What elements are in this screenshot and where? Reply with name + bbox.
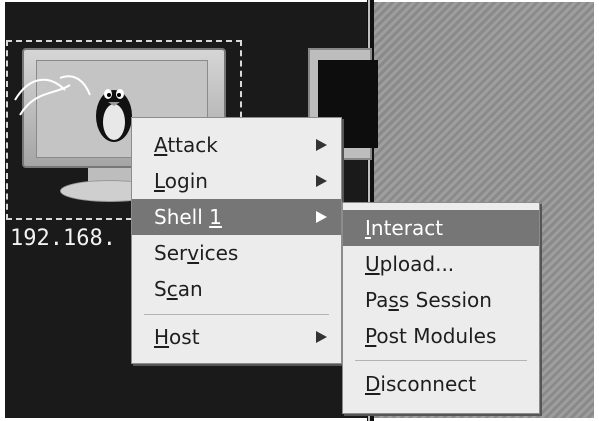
submenu-item-disconnect[interactable]: Disconnect (343, 366, 539, 402)
host-ip-label: 192.168. (10, 226, 116, 251)
submenu-item-label: Interact (365, 216, 444, 240)
menu-item-attack[interactable]: Attack (132, 127, 341, 163)
submenu-item-label: Disconnect (365, 372, 477, 396)
menu-item-login[interactable]: Login (132, 163, 341, 199)
menu-item-label: Shell 1 (154, 205, 222, 229)
lightning-icon (14, 75, 91, 116)
submenu-item-post-modules[interactable]: Post Modules (343, 318, 539, 354)
submenu-arrow-icon (316, 175, 327, 187)
submenu-item-pass-session[interactable]: Pass Session (343, 282, 539, 318)
submenu-arrow-icon (316, 331, 327, 343)
submenu-item-interact[interactable]: Interact (343, 210, 539, 246)
submenu-item-label: Upload... (365, 252, 455, 276)
submenu-item-label: Post Modules (365, 324, 497, 348)
screenshot-frame: 192.168. Attack Login Shell 1 Services S… (0, 0, 599, 421)
submenu-item-label: Pass Session (365, 288, 492, 312)
tux-icon (96, 89, 132, 142)
shell-submenu: Interact Upload... Pass Session Post Mod… (342, 202, 540, 414)
menu-item-label: Host (154, 325, 200, 349)
submenu-arrow-icon (316, 211, 327, 223)
menu-separator (144, 314, 329, 315)
submenu-separator (355, 360, 527, 361)
menu-item-label: Attack (154, 133, 218, 157)
menu-item-label: Services (154, 241, 239, 265)
submenu-item-upload[interactable]: Upload... (343, 246, 539, 282)
menu-item-scan[interactable]: Scan (132, 271, 341, 307)
menu-item-host[interactable]: Host (132, 319, 341, 355)
menu-item-shell-1[interactable]: Shell 1 (132, 199, 341, 235)
menu-item-label: Login (154, 169, 208, 193)
menu-item-services[interactable]: Services (132, 235, 341, 271)
menu-item-label: Scan (154, 277, 203, 301)
submenu-arrow-icon (316, 139, 327, 151)
host-context-menu: Attack Login Shell 1 Services Scan Host (131, 117, 342, 364)
